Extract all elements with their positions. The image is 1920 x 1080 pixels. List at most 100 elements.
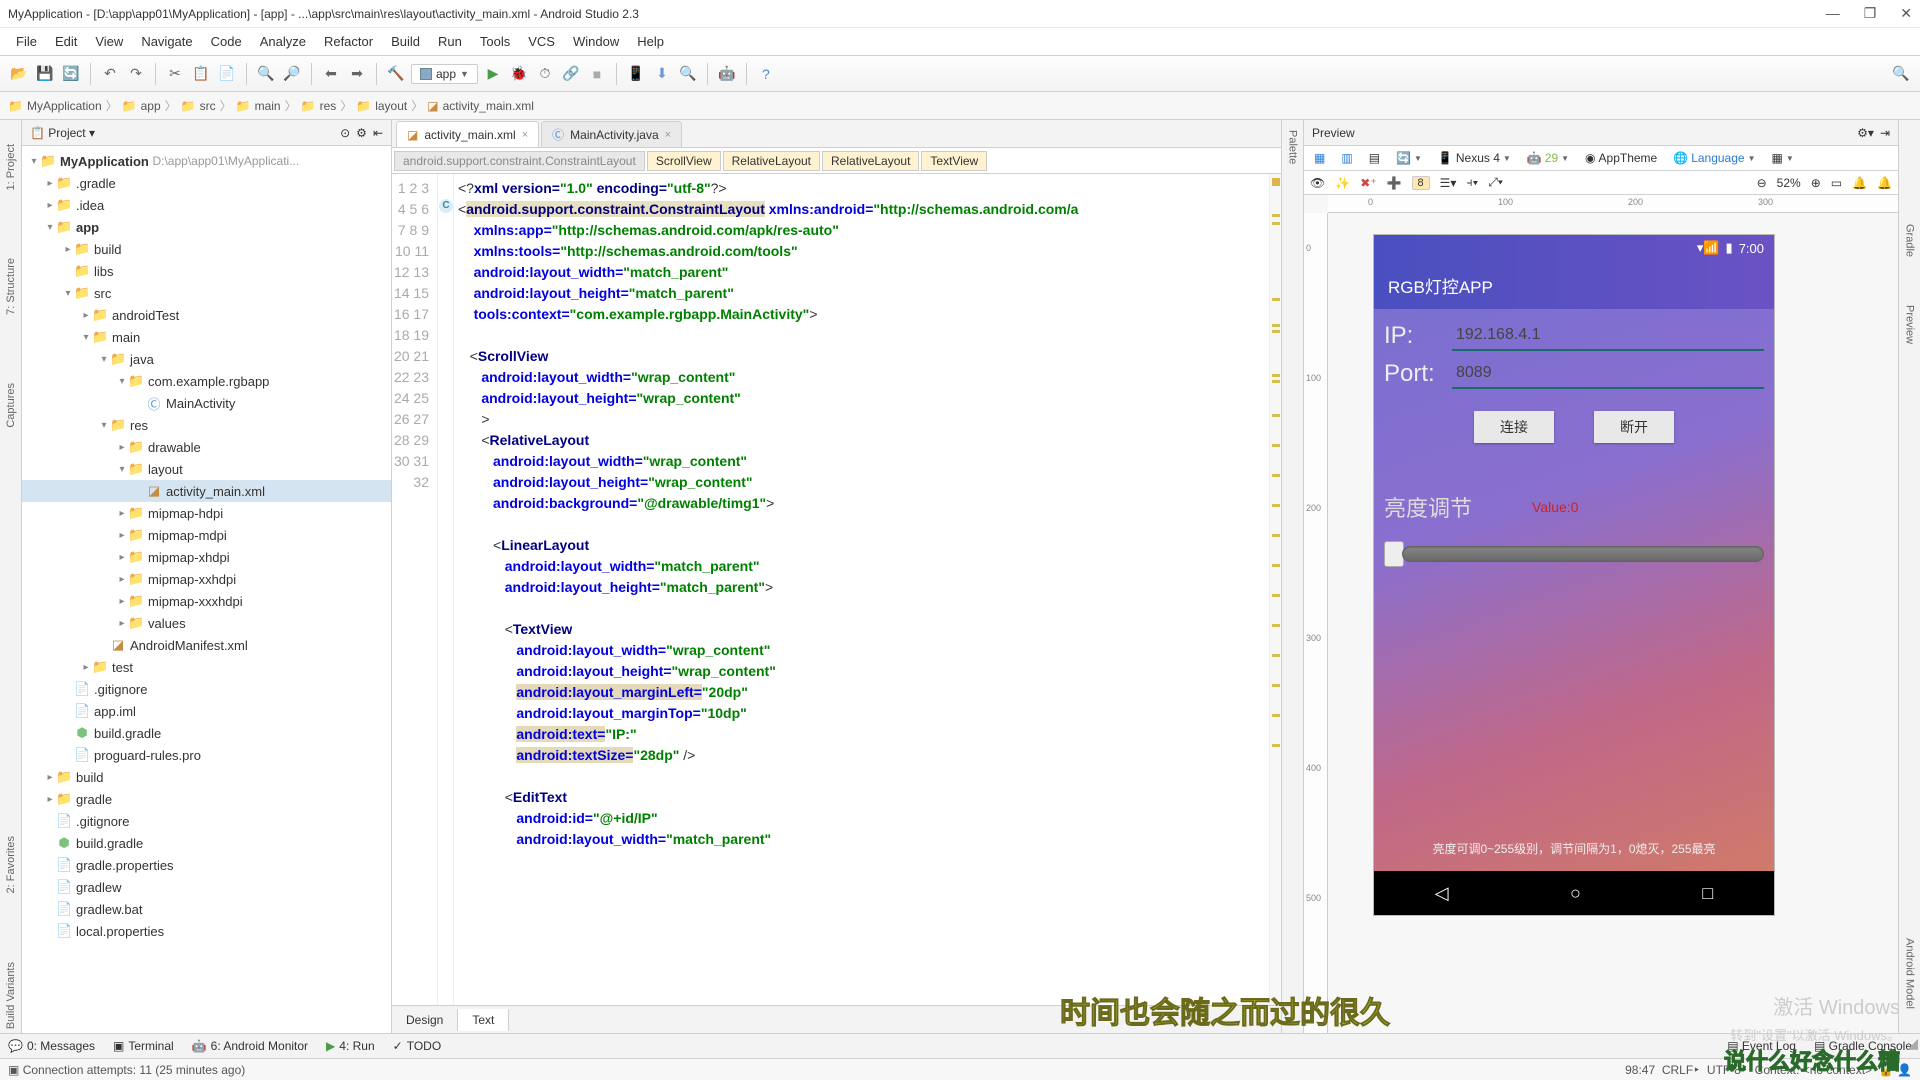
close-icon[interactable]: ×	[522, 129, 528, 141]
crumb-res[interactable]: 📁res	[301, 99, 337, 113]
crumb-root[interactable]: 📁MyApplication	[8, 99, 102, 113]
resize-handle[interactable]: ◢	[1907, 1035, 1918, 1052]
menu-navigate[interactable]: Navigate	[133, 32, 200, 51]
disconnect-button[interactable]: 断开	[1594, 411, 1674, 443]
collapse-icon[interactable]: ⊙	[340, 126, 350, 140]
run-config-selector[interactable]: app ▼	[411, 64, 478, 84]
project-view-selector[interactable]: 📋 Project ▾	[30, 126, 95, 140]
nav-back-icon[interactable]: ◁	[1435, 883, 1449, 904]
undo-icon[interactable]: ↶	[99, 63, 121, 85]
menu-help[interactable]: Help	[629, 32, 672, 51]
api-selector[interactable]: 🤖29▼	[1523, 150, 1573, 166]
device-selector[interactable]: 📱Nexus 4▼	[1434, 150, 1515, 166]
menu-refactor[interactable]: Refactor	[316, 32, 381, 51]
caret-position[interactable]: 98:47	[1625, 1063, 1655, 1077]
notifications-icon[interactable]: 🔔	[1877, 176, 1892, 190]
close-icon[interactable]: ×	[665, 129, 671, 141]
menu-code[interactable]: Code	[203, 32, 250, 51]
guidelines-icon[interactable]: ➕	[1387, 176, 1402, 190]
replace-icon[interactable]: 🔎	[281, 63, 303, 85]
copy-icon[interactable]: 📋	[190, 63, 212, 85]
tab-text[interactable]: Text	[458, 1009, 509, 1031]
forward-icon[interactable]: ➡	[346, 63, 368, 85]
locale-selector[interactable]: 🌐Language▼	[1669, 150, 1759, 166]
window-icon[interactable]: ▣	[8, 1063, 19, 1077]
gear-icon[interactable]: ⚙▾	[1857, 126, 1874, 140]
close-button[interactable]: ✕	[1900, 5, 1912, 22]
profile-icon[interactable]: ⏱	[534, 63, 556, 85]
crumb-file[interactable]: ◪activity_main.xml	[427, 99, 534, 113]
crumb-layout[interactable]: 📁layout	[356, 99, 407, 113]
menu-run[interactable]: Run	[430, 32, 470, 51]
layout-inspector-icon[interactable]: 🔍	[677, 63, 699, 85]
cut-icon[interactable]: ✂	[164, 63, 186, 85]
tree-settings-icon[interactable]: ⚙	[356, 126, 367, 140]
zoom-in-icon[interactable]: ⊕	[1811, 176, 1821, 190]
orientation-icon[interactable]: 🔄▼	[1392, 150, 1426, 166]
back-icon[interactable]: ⬅	[320, 63, 342, 85]
tab-todo[interactable]: ✓TODO	[393, 1039, 442, 1053]
brightness-slider[interactable]	[1384, 541, 1764, 567]
make-icon[interactable]: 🔨	[385, 63, 407, 85]
run-icon[interactable]: ▶	[482, 63, 504, 85]
paste-icon[interactable]: 📄	[216, 63, 238, 85]
menu-view[interactable]: View	[87, 32, 131, 51]
view-mode-both[interactable]: ▤	[1365, 150, 1384, 166]
nav-home-icon[interactable]: ○	[1570, 883, 1581, 904]
connect-button[interactable]: 连接	[1474, 411, 1554, 443]
clear-icon[interactable]: ✖⁺	[1360, 176, 1376, 190]
menu-window[interactable]: Window	[565, 32, 627, 51]
menu-edit[interactable]: Edit	[47, 32, 85, 51]
error-strip[interactable]	[1269, 174, 1281, 1005]
menu-file[interactable]: File	[8, 32, 45, 51]
tab-build-variants[interactable]: Build Variants	[5, 958, 17, 1033]
crumb-src[interactable]: 📁src	[181, 99, 216, 113]
android-icon[interactable]: 🤖	[716, 63, 738, 85]
zoom-fit-icon[interactable]: ▭	[1831, 176, 1842, 190]
editor-tab-java[interactable]: ⒸMainActivity.java×	[541, 121, 682, 147]
hide-preview-icon[interactable]: ⇥	[1880, 126, 1890, 140]
pack-icon[interactable]: ⫞▾	[1466, 175, 1478, 190]
class-marker-icon[interactable]: C	[439, 199, 453, 213]
tab-design[interactable]: Design	[392, 1009, 458, 1031]
variant-selector[interactable]: ▦▼	[1768, 150, 1798, 166]
hide-panel-icon[interactable]: ⇤	[373, 126, 383, 140]
warning-count[interactable]: 8	[1412, 176, 1430, 190]
ip-input[interactable]	[1452, 321, 1764, 351]
tab-favorites[interactable]: 2: Favorites	[5, 832, 17, 897]
menu-analyze[interactable]: Analyze	[252, 32, 314, 51]
project-tree[interactable]: ▾📁MyApplication D:\app\app01\MyApplicati…	[22, 146, 391, 1033]
theme-selector[interactable]: ◉AppTheme	[1581, 150, 1661, 166]
find-icon[interactable]: 🔍	[255, 63, 277, 85]
open-icon[interactable]: 📂	[8, 63, 30, 85]
menu-build[interactable]: Build	[383, 32, 428, 51]
tab-android-monitor[interactable]: 🤖6: Android Monitor	[192, 1039, 308, 1053]
sdk-icon[interactable]: ⬇	[651, 63, 673, 85]
code-editor[interactable]: 1 2 3 4 5 6 7 8 9 10 11 12 13 14 15 16 1…	[392, 174, 1281, 1005]
layers-icon[interactable]: 🔔	[1852, 176, 1867, 190]
minimize-button[interactable]: —	[1826, 5, 1840, 22]
zoom-out-icon[interactable]: ⊖	[1757, 176, 1767, 190]
tab-android-model[interactable]: Android Model	[1904, 934, 1916, 1013]
tab-project[interactable]: 1: Project	[5, 140, 17, 194]
menu-tools[interactable]: Tools	[472, 32, 518, 51]
avd-icon[interactable]: 📱	[625, 63, 647, 85]
expand-icon[interactable]: ⤢▾	[1488, 175, 1503, 190]
maximize-button[interactable]: ❐	[1864, 5, 1877, 22]
redo-icon[interactable]: ↷	[125, 63, 147, 85]
sync-icon[interactable]: 🔄	[60, 63, 82, 85]
tab-captures[interactable]: Captures	[5, 379, 17, 432]
view-mode-design[interactable]: ▦	[1310, 150, 1329, 166]
tab-gradle[interactable]: Gradle	[1904, 220, 1916, 261]
editor-tab-xml[interactable]: ◪activity_main.xml×	[396, 121, 539, 147]
menu-vcs[interactable]: VCS	[520, 32, 563, 51]
debug-icon[interactable]: 🐞	[508, 63, 530, 85]
tab-structure[interactable]: 7: Structure	[5, 254, 17, 319]
tab-preview[interactable]: Preview	[1904, 301, 1916, 348]
stop-icon[interactable]: ■	[586, 63, 608, 85]
magic-icon[interactable]: ✨	[1335, 176, 1350, 190]
help-icon[interactable]: ?	[755, 63, 777, 85]
preview-canvas[interactable]: 0100200300 0100200300400500 ▾📶▮7:00 RGB灯…	[1304, 195, 1898, 1033]
tab-terminal[interactable]: ▣Terminal	[113, 1039, 174, 1053]
port-input[interactable]	[1452, 359, 1764, 389]
